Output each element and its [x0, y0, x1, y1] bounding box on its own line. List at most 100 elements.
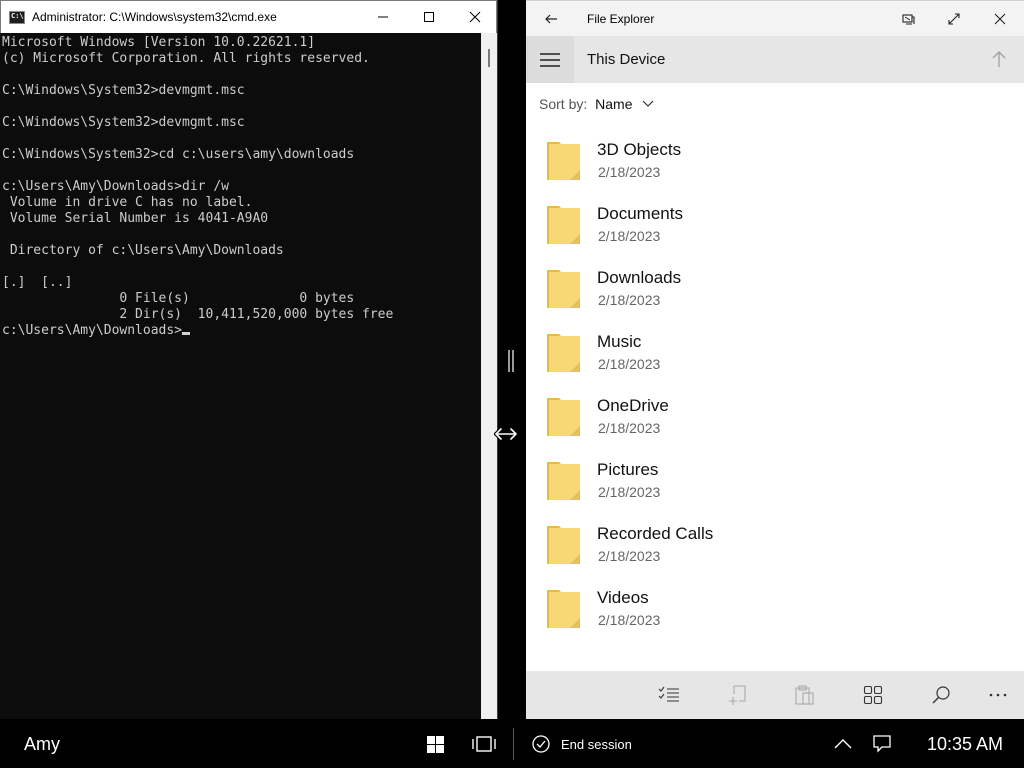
- folder-date: 2/18/2023: [598, 420, 661, 436]
- cmd-app-icon-text: C:\: [11, 12, 24, 20]
- paste-icon: [795, 685, 814, 705]
- snap-button[interactable]: [893, 4, 923, 34]
- up-arrow-icon[interactable]: [988, 48, 1010, 70]
- close-icon: [469, 11, 481, 23]
- cmd-prompt-line[interactable]: c:\Users\Amy\Downloads>: [0, 323, 481, 339]
- folder-name: 3D Objects: [597, 140, 682, 159]
- cmd-app-icon: C:\: [9, 11, 25, 24]
- folder-item[interactable]: Pictures 2/18/2023: [526, 448, 1024, 512]
- cmd-cursor: [182, 332, 191, 335]
- folder-item[interactable]: OneDrive 2/18/2023: [526, 384, 1024, 448]
- folder-name: OneDrive: [597, 396, 669, 415]
- close-button[interactable]: [452, 1, 498, 33]
- folder-icon: [547, 334, 580, 372]
- explorer-title-bar[interactable]: File Explorer: [526, 0, 1024, 36]
- current-location: This Device: [587, 51, 666, 68]
- folder-name: Downloads: [597, 268, 682, 287]
- window-splitter[interactable]: [498, 0, 526, 719]
- folder-icon: [547, 206, 580, 244]
- windows-logo-icon: [426, 735, 444, 753]
- folder-name: Documents: [597, 204, 683, 223]
- checkmark-circle-icon: [532, 735, 550, 753]
- folder-icon: [547, 270, 580, 308]
- view-grid-icon: [863, 685, 883, 705]
- sort-by-control[interactable]: Sort by: Name: [539, 96, 654, 112]
- cmd-console[interactable]: Microsoft Windows [Version 10.0.22621.1]…: [0, 33, 481, 719]
- minimize-button[interactable]: [360, 1, 406, 33]
- cmd-output: Microsoft Windows [Version 10.0.22621.1]…: [2, 35, 394, 322]
- folder-date: 2/18/2023: [598, 164, 661, 180]
- folder-item[interactable]: Documents 2/18/2023: [526, 192, 1024, 256]
- end-session-button[interactable]: End session: [561, 737, 632, 752]
- new-folder-button[interactable]: [725, 683, 749, 707]
- explorer-close-button[interactable]: [985, 4, 1015, 34]
- maximize-button[interactable]: [406, 1, 452, 33]
- file-explorer-window[interactable]: File Explorer This Device Sort by: Name …: [526, 0, 1024, 719]
- folder-name: Videos: [597, 588, 649, 607]
- folder-date: 2/18/2023: [598, 228, 661, 244]
- folder-icon: [547, 590, 580, 628]
- cmd-window[interactable]: C:\ Administrator: C:\Windows\system32\c…: [0, 0, 498, 719]
- cmd-scroll-thumb[interactable]: [488, 49, 490, 67]
- cmd-scrollbar[interactable]: [481, 33, 497, 719]
- folder-name: Recorded Calls: [597, 524, 714, 543]
- show-hidden-icons-button[interactable]: [831, 732, 855, 756]
- new-folder-icon: [729, 685, 746, 705]
- select-list-icon: [658, 686, 679, 702]
- paste-button[interactable]: [793, 683, 817, 707]
- folder-item[interactable]: Videos 2/18/2023: [526, 576, 1024, 640]
- sort-by-value: Name: [595, 96, 633, 112]
- folder-icon: [547, 398, 580, 436]
- snap-icon: [902, 14, 915, 25]
- more-button[interactable]: [986, 683, 1010, 707]
- search-icon: [932, 686, 950, 704]
- splitter-grip[interactable]: [508, 350, 514, 372]
- user-name[interactable]: Amy: [24, 734, 60, 755]
- hamburger-icon: [540, 52, 560, 67]
- hamburger-menu-button[interactable]: [526, 36, 574, 83]
- more-icon: [989, 693, 1007, 697]
- cmd-prompt: c:\Users\Amy\Downloads>: [2, 323, 183, 338]
- chevron-down-icon: [642, 100, 654, 107]
- explorer-command-bar: [526, 671, 1024, 719]
- clock[interactable]: 10:35 AM: [927, 734, 1003, 755]
- resize-cursor-icon: [494, 427, 518, 441]
- task-view-icon: [472, 736, 496, 752]
- close-icon: [994, 13, 1006, 25]
- sort-by-label: Sort by:: [539, 96, 588, 112]
- end-session-icon-wrap[interactable]: [529, 732, 553, 756]
- maximize-icon: [424, 12, 434, 22]
- back-button[interactable]: [536, 4, 566, 34]
- folder-icon: [547, 462, 580, 500]
- expand-icon: [948, 13, 960, 25]
- folder-item[interactable]: 3D Objects 2/18/2023: [526, 128, 1024, 192]
- task-view-button[interactable]: [472, 732, 496, 756]
- back-arrow-icon: [545, 14, 557, 24]
- cmd-window-title: Administrator: C:\Windows\system32\cmd.e…: [32, 10, 277, 24]
- folder-date: 2/18/2023: [598, 292, 661, 308]
- folder-name: Pictures: [597, 460, 659, 479]
- start-button[interactable]: [423, 732, 447, 756]
- notifications-button[interactable]: [870, 732, 894, 756]
- explorer-window-title: File Explorer: [587, 12, 655, 26]
- folder-date: 2/18/2023: [598, 356, 661, 372]
- search-button[interactable]: [929, 683, 953, 707]
- folder-item[interactable]: Music 2/18/2023: [526, 320, 1024, 384]
- chevron-up-icon: [834, 739, 852, 749]
- folder-date: 2/18/2023: [598, 612, 661, 628]
- folder-date: 2/18/2023: [598, 548, 661, 564]
- folder-date: 2/18/2023: [598, 484, 661, 500]
- cmd-title-bar[interactable]: C:\ Administrator: C:\Windows\system32\c…: [0, 0, 497, 33]
- minimize-icon: [378, 16, 388, 18]
- explorer-header: This Device: [526, 36, 1024, 83]
- select-button[interactable]: [657, 683, 681, 707]
- folder-item[interactable]: Recorded Calls 2/18/2023: [526, 512, 1024, 576]
- folder-name: Music: [597, 332, 642, 351]
- folder-item[interactable]: Downloads 2/18/2023: [526, 256, 1024, 320]
- folder-icon: [547, 526, 580, 564]
- folder-icon: [547, 142, 580, 180]
- taskbar-divider: [513, 728, 514, 760]
- view-button[interactable]: [861, 683, 885, 707]
- fullscreen-button[interactable]: [939, 4, 969, 34]
- taskbar: Amy End session 10:35 AM: [0, 719, 1024, 768]
